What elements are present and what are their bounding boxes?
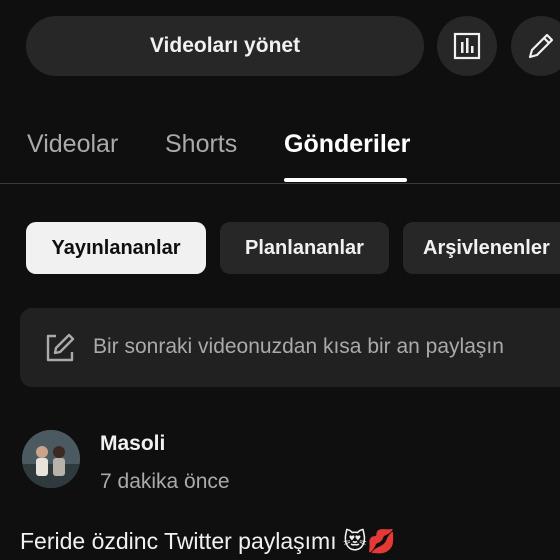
- filter-chip-archived[interactable]: Arşivlenenler: [403, 222, 560, 274]
- post-author[interactable]: Masoli: [100, 432, 165, 456]
- channel-tabs: Videolar Shorts Gönderiler: [0, 112, 560, 184]
- analytics-button[interactable]: [437, 16, 497, 76]
- channel-actions-bar: Videoları yönet: [0, 16, 560, 78]
- tab-videos[interactable]: Videolar: [27, 130, 118, 159]
- active-tab-indicator: [284, 178, 407, 182]
- avatar-image: [22, 430, 80, 488]
- community-post: Masoli 7 dakika önce Feride özdinc Twitt…: [0, 430, 560, 560]
- tab-shorts[interactable]: Shorts: [165, 130, 237, 159]
- avatar[interactable]: [22, 430, 80, 488]
- tab-posts[interactable]: Gönderiler: [284, 130, 410, 159]
- post-timestamp: 7 dakika önce: [100, 470, 230, 493]
- post-filter-chips: Yayınlananlar Planlananlar Arşivlenenler: [0, 222, 560, 276]
- manage-videos-button[interactable]: Videoları yönet: [26, 16, 424, 76]
- post-text: Feride özdinc Twitter paylaşımı 😻💋: [20, 528, 396, 554]
- filter-chip-published[interactable]: Yayınlananlar: [26, 222, 206, 274]
- composer-placeholder: Bir sonraki videonuzdan kısa bir an payl…: [93, 335, 504, 358]
- compose-icon: [46, 333, 75, 362]
- bar-chart-icon: [453, 32, 481, 60]
- post-composer[interactable]: Bir sonraki videonuzdan kısa bir an payl…: [20, 308, 560, 387]
- pencil-icon: [528, 33, 554, 59]
- filter-chip-scheduled[interactable]: Planlananlar: [220, 222, 389, 274]
- edit-channel-button[interactable]: [511, 16, 560, 76]
